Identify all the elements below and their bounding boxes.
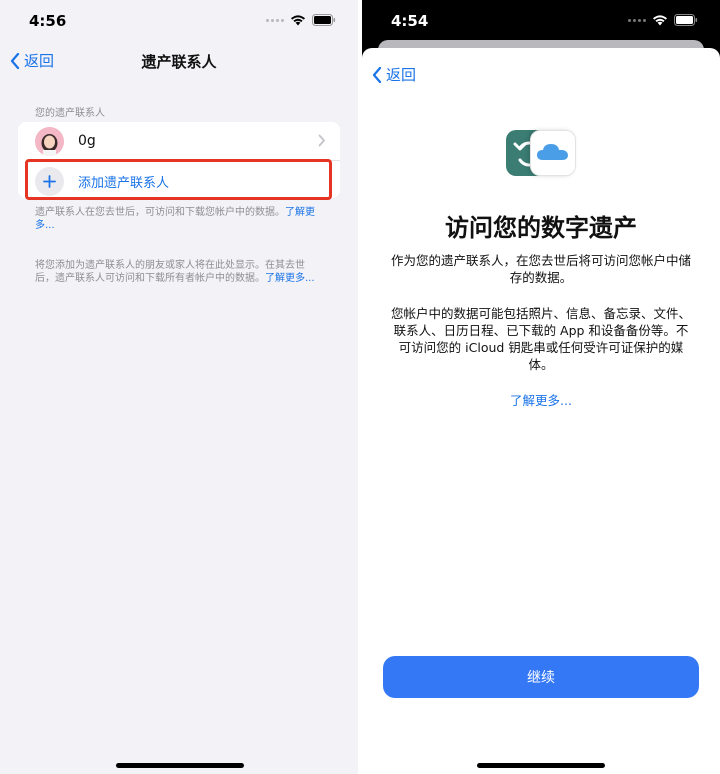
description-paragraph-1: 作为您的遗产联系人，在您去世后将可访问您帐户中储存的数据。 — [390, 253, 691, 285]
legacy-app-icon — [506, 130, 576, 176]
status-time: 4:54 — [391, 12, 429, 30]
signal-dots-icon — [628, 18, 646, 22]
contact-name: 0g — [78, 133, 96, 149]
status-icons — [266, 14, 336, 26]
legacy-contacts-screen: 4:56 返回 遗产联系人 您的遗产联系人 0g 添加遗产联系人 遗产联系人在您… — [0, 0, 358, 774]
navigation-bar: 返回 遗产联系人 — [0, 44, 358, 78]
learn-more-link[interactable]: 了解更多... — [265, 273, 315, 284]
signal-dots-icon — [266, 18, 284, 22]
status-bar: 4:56 — [0, 0, 358, 44]
learn-more-link[interactable]: 了解更多... — [362, 390, 720, 409]
status-bar: 4:54 — [362, 0, 720, 44]
contact-row[interactable]: 0g — [18, 122, 340, 160]
sheet-heading: 访问您的数字遗产 — [445, 214, 637, 242]
chevron-left-icon — [372, 66, 382, 83]
description-paragraph-2: 您帐户中的数据可能包括照片、信息、备忘录、文件、联系人、日历日程、已下载的 Ap… — [390, 306, 691, 372]
footnote-text: 遗产联系人在您去世后，可访问和下载您帐户中的数据。 — [35, 207, 285, 218]
battery-icon — [312, 14, 336, 26]
page-title: 遗产联系人 — [141, 53, 217, 71]
icloud-icon — [530, 130, 576, 176]
footnote-info: 遗产联系人在您去世后，可访问和下载您帐户中的数据。了解更多... — [35, 206, 320, 232]
wifi-icon — [290, 14, 306, 26]
section-label: 您的遗产联系人 — [35, 108, 105, 119]
back-label: 返回 — [386, 66, 417, 84]
chevron-right-icon — [318, 134, 325, 147]
status-icons — [628, 14, 698, 26]
battery-icon — [674, 14, 698, 26]
back-button[interactable]: 返回 — [372, 64, 416, 85]
digital-legacy-sheet-screen: 4:54 返回 访问您的数字遗产 作为您的遗产联系人，在您去世后将可访问您帐户中… — [362, 0, 720, 774]
wifi-icon — [652, 14, 668, 26]
continue-button[interactable]: 继续 — [383, 656, 699, 698]
avatar — [35, 127, 64, 156]
home-indicator — [116, 763, 244, 768]
footnote-others: 将您添加为遗产联系人的朋友或家人将在此处显示。在其去世后，遗产联系人可访问和下载… — [35, 259, 320, 285]
home-indicator — [477, 763, 605, 768]
status-time: 4:56 — [29, 12, 67, 30]
modal-sheet: 返回 访问您的数字遗产 作为您的遗产联系人，在您去世后将可访问您帐户中储存的数据… — [362, 48, 720, 774]
highlight-box — [25, 159, 332, 200]
